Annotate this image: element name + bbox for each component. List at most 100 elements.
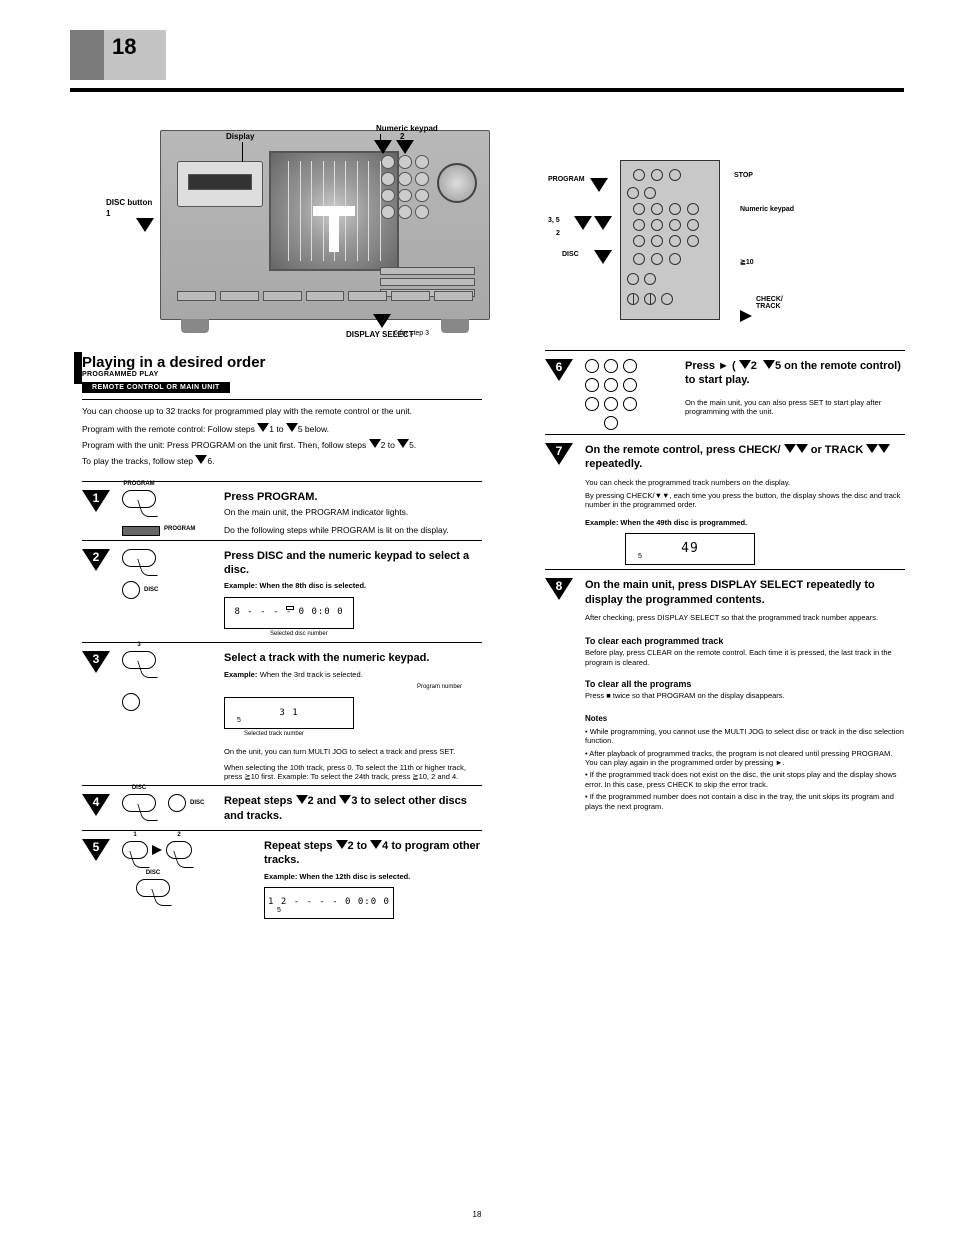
- step-4: 4 DISC DISC Repeat steps 2 and 3 to sele…: [82, 785, 482, 830]
- step-1: 1 PROGRAM PROGRAM Press PROGRAM. On the …: [82, 481, 482, 540]
- step-7-desc2: By pressing CHECK/▼▼, each time you pres…: [585, 491, 905, 510]
- page-footer: 18: [0, 1210, 954, 1219]
- num-1-button-icon: [122, 841, 148, 859]
- lcd-display: 49 5: [625, 533, 755, 565]
- disc-circle-label: DISC: [190, 800, 204, 806]
- lcd-marker-label: Selected disc number: [270, 631, 482, 639]
- track-3-button-icon: [122, 651, 156, 669]
- step-num-icon: 4: [82, 794, 110, 816]
- step-7-title: On the remote control, press CHECK/ or T…: [585, 443, 905, 472]
- step-2-title: Press DISC and the numeric keypad to sel…: [224, 549, 482, 578]
- ref-tri-icon: [866, 444, 878, 453]
- callout-tri: [136, 218, 154, 235]
- callout-tri: [396, 140, 414, 157]
- step-5: 5 1 2 DISC: [82, 830, 482, 923]
- notes-body-2: • After playback of programmed tracks, t…: [585, 749, 905, 768]
- notes-body-3: • If the programmed track does not exist…: [585, 770, 905, 789]
- disc-button-icon: [122, 549, 156, 567]
- step-1-title: Press PROGRAM.: [224, 490, 482, 504]
- remote-label-check: CHECK/TRACK: [756, 296, 783, 310]
- label-dsp-step: 6 for step 3: [394, 330, 429, 337]
- step-6-title: Press ► ( 2 5 on the remote control) to …: [685, 359, 905, 388]
- num-2-button-icon: [166, 841, 192, 859]
- clear-all-body: Press ■ twice so that PROGRAM on the dis…: [585, 691, 905, 700]
- ref-tri-icon: [195, 455, 207, 464]
- clear-all-heading: To clear all the programs: [585, 679, 905, 691]
- disc-button-icon: [122, 794, 156, 812]
- step-7-desc3: Example: When the 49th disc is programme…: [585, 518, 905, 528]
- notes-body-1: • While programming, you cannot use the …: [585, 727, 905, 746]
- ref-tri-icon: [286, 423, 298, 432]
- callout-tri: [594, 250, 612, 267]
- disc-circle-icon: [168, 794, 186, 812]
- playing-mode: REMOTE CONTROL OR MAIN UNIT: [82, 382, 230, 393]
- pill-label: DISC: [122, 785, 156, 791]
- arrow-right-icon: [152, 845, 162, 855]
- remote-label-digits35: 3, 5: [548, 217, 560, 224]
- step-8-note1: After checking, press DISPLAY SELECT so …: [585, 613, 905, 622]
- page-tab: 18: [70, 30, 166, 80]
- step-1-desc: On the main unit, the PROGRAM indicator …: [224, 507, 482, 518]
- lcd-display: 1 2 - - - - 0 0:0 0 5: [264, 887, 394, 919]
- prog-num-label: Program number: [224, 684, 462, 692]
- step-8-title: On the main unit, press DISPLAY SELECT r…: [585, 578, 905, 607]
- step-5-note: Example: When the 12th disc is selected.: [264, 872, 482, 882]
- step-num-icon: 2: [82, 549, 110, 571]
- pill-label: 3: [122, 642, 156, 648]
- lcd-display: 8 - - - - 0 0:0 0: [224, 597, 354, 629]
- remote-label-geq10: ≧10: [740, 258, 754, 266]
- step-num-icon: 7: [545, 443, 573, 465]
- step-4-title: Repeat steps 2 and 3 to select other dis…: [224, 794, 482, 823]
- leader-line: [242, 142, 243, 162]
- lcd-display: 3 1 5: [224, 697, 354, 729]
- pill-label: PROGRAM: [122, 481, 156, 487]
- step-2-desc: Example: When the 8th disc is selected.: [224, 581, 482, 591]
- ref-tri-icon: [370, 840, 382, 849]
- callout-tri: [374, 140, 392, 157]
- ref-tri-icon: [336, 840, 348, 849]
- page-number: 18: [112, 34, 136, 60]
- step-7: 7 On the remote control, press CHECK/ or…: [545, 434, 905, 569]
- clear-each-heading: To clear each programmed track: [585, 636, 905, 648]
- step-3: 3 3 Select a track with the numeric keyp…: [82, 642, 482, 785]
- play-icon: ►: [718, 360, 729, 372]
- ref-tri-icon: [739, 360, 751, 369]
- label-disc-btn: DISC button: [106, 198, 152, 207]
- ref-tri-icon: [784, 444, 796, 453]
- step-7-desc1: You can check the programmed track numbe…: [585, 478, 905, 487]
- playing-section-head: Playing in a desired order PROGRAMMED PL…: [82, 352, 482, 400]
- step-8: 8 On the main unit, press DISPLAY SELECT…: [545, 569, 905, 814]
- step-6: 6 Press ► ( 2 5 on the remote control) t…: [545, 350, 905, 434]
- remote-control-diagram: [620, 160, 720, 320]
- step-num-icon: 8: [545, 578, 573, 600]
- ref-tri-icon: [878, 444, 890, 453]
- step-3-note-a: On the unit, you can turn MULTI JOG to s…: [224, 747, 482, 756]
- remote-label-disc: DISC: [562, 251, 579, 258]
- keypad-icon: [585, 359, 637, 430]
- ref-tri-icon: [339, 795, 351, 804]
- step-num-icon: 5: [82, 839, 110, 861]
- clear-each-body: Before play, press CLEAR on the remote c…: [585, 648, 905, 667]
- label-ref-345: 2: [400, 132, 404, 141]
- playing-subtitle: PROGRAMMED PLAY: [82, 371, 482, 378]
- remote-label-keypad: Numeric keypad: [740, 206, 794, 213]
- step-num-icon: 1: [82, 490, 110, 512]
- remote-label-program: PROGRAM: [548, 176, 585, 183]
- ref-tri-icon: [763, 360, 775, 369]
- label-keypad: Numeric keypad: [376, 124, 438, 133]
- disc-circle-label: DISC: [144, 587, 158, 593]
- callout-tri: [590, 178, 608, 195]
- indicator-label: PROGRAM: [164, 526, 195, 532]
- ref-tri-icon: [369, 439, 381, 448]
- remote-label-stop: STOP: [734, 172, 753, 179]
- section-rule: [70, 88, 904, 92]
- step-2: 2 DISC Press DISC and the numeric keypad…: [82, 540, 482, 642]
- program-button-icon: [122, 490, 156, 508]
- playing-body: You can choose up to 32 tracks for progr…: [82, 406, 482, 467]
- ref-tri-icon: [257, 423, 269, 432]
- set-circle-icon: [122, 693, 140, 711]
- main-unit-diagram: [160, 130, 490, 320]
- notes-body-4: • If the programmed number does not cont…: [585, 792, 905, 811]
- disc-button-icon: [136, 879, 170, 897]
- callout-tri: [594, 216, 612, 233]
